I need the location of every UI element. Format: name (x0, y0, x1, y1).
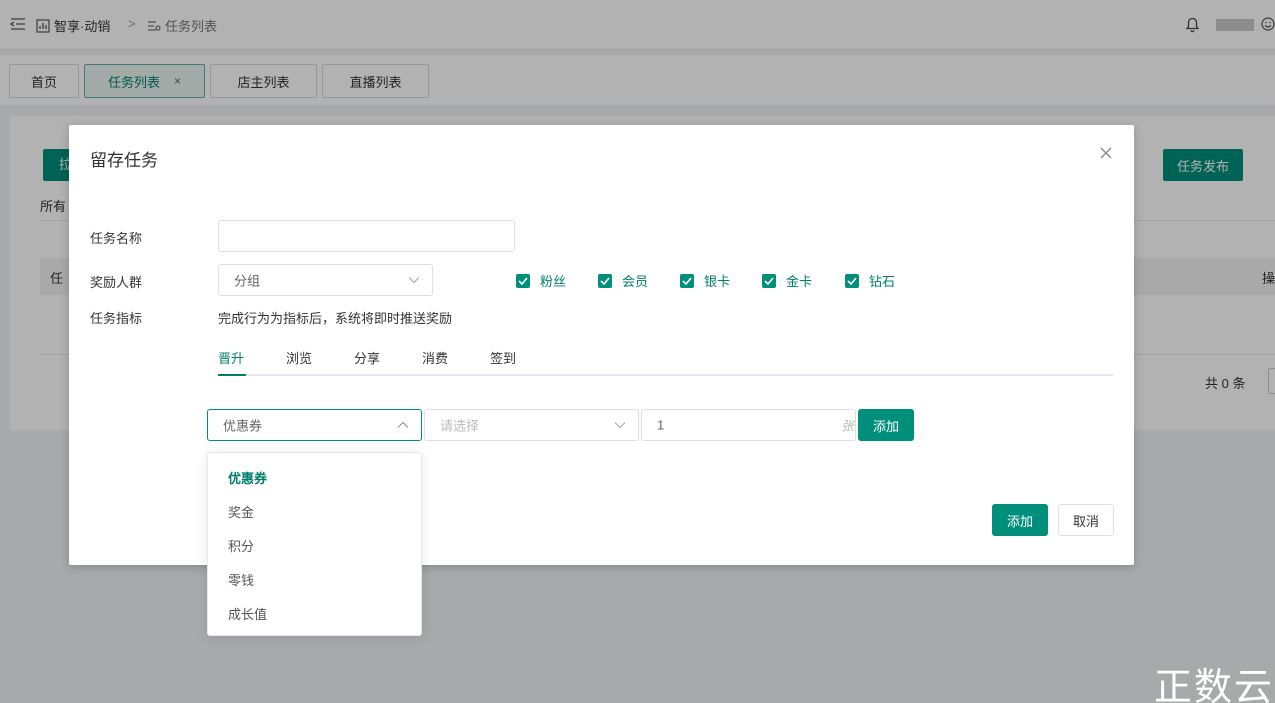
quantity-input[interactable]: 1 张 (641, 409, 856, 441)
checkbox-gold[interactable]: 金卡 (762, 271, 812, 290)
check-icon (845, 273, 859, 288)
quantity-unit: 张 (840, 418, 854, 434)
quantity-value: 1 (657, 417, 665, 433)
reward-crowd-label: 奖励人群 (90, 275, 143, 290)
checkbox-silver[interactable]: 银卡 (680, 271, 730, 290)
check-icon (516, 273, 530, 288)
dialog-title: 留存任务 (90, 151, 158, 170)
check-icon (598, 273, 612, 288)
watermark-logo: 正数云 (1154, 665, 1275, 703)
subtab-browse[interactable]: 浏览 (286, 348, 312, 367)
subtab-share[interactable]: 分享 (354, 348, 380, 367)
reward-type-select[interactable]: 优惠券 (207, 409, 422, 441)
option-change[interactable]: 零钱 (228, 570, 254, 589)
option-growth-value[interactable]: 成长值 (228, 604, 267, 623)
task-name-label: 任务名称 (90, 231, 143, 246)
option-coupon[interactable]: 优惠券 (228, 468, 267, 487)
reward-item-select[interactable]: 请选择 (424, 409, 639, 441)
chevron-down-icon (614, 422, 626, 429)
indicator-hint: 完成行为为指标后，系统将即时推送奖励 (218, 311, 453, 326)
add-reward-button[interactable]: 添加 (858, 409, 914, 441)
group-select-value: 分组 (234, 273, 261, 289)
chevron-down-icon (408, 277, 420, 284)
group-select[interactable]: 分组 (218, 264, 433, 296)
checkbox-diamond[interactable]: 钻石 (845, 271, 895, 290)
chevron-up-icon (397, 421, 409, 428)
subtab-promotion[interactable]: 晋升 (218, 348, 244, 367)
option-points[interactable]: 积分 (228, 536, 254, 555)
check-icon (762, 273, 776, 288)
checkbox-fans[interactable]: 粉丝 (516, 271, 566, 290)
checkbox-gold-label: 金卡 (786, 274, 813, 289)
task-indicator-label: 任务指标 (90, 311, 143, 326)
task-name-input[interactable] (218, 220, 515, 252)
active-tab-indicator (218, 374, 246, 376)
option-bonus[interactable]: 奖金 (228, 502, 254, 521)
checkbox-diamond-label: 钻石 (869, 274, 896, 289)
reward-item-placeholder: 请选择 (440, 418, 480, 434)
reward-type-dropdown: 优惠券 奖金 积分 零钱 成长值 (207, 452, 422, 636)
reward-type-value: 优惠券 (223, 418, 263, 434)
check-icon (680, 273, 694, 288)
close-icon[interactable] (1100, 147, 1112, 159)
indicator-tabs: 晋升 浏览 分享 消费 签到 (218, 345, 1113, 376)
checkbox-fans-label: 粉丝 (540, 274, 567, 289)
cancel-button[interactable]: 取消 (1058, 504, 1114, 536)
confirm-add-button[interactable]: 添加 (992, 504, 1048, 536)
checkbox-silver-label: 银卡 (704, 274, 731, 289)
checkbox-member[interactable]: 会员 (598, 271, 648, 290)
subtab-consume[interactable]: 消费 (422, 348, 448, 367)
checkbox-member-label: 会员 (622, 274, 649, 289)
subtab-checkin[interactable]: 签到 (490, 348, 516, 367)
